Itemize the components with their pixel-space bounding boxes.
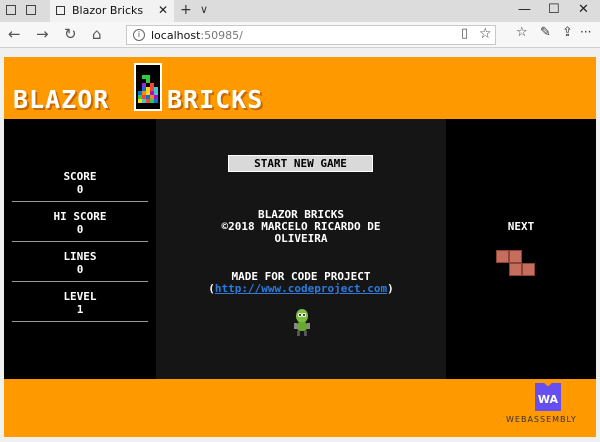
stat-label: SCORE [63,170,97,183]
webassembly-logo-icon: WA [535,383,561,411]
stat-label: HI SCORE [53,210,107,223]
title-bar: Blazor Bricks ✕ + ∨ — ☐ ✕ [0,0,600,22]
forward-icon[interactable]: → [36,25,49,43]
next-panel: NEXT [446,119,596,379]
open-paren: ( [208,282,215,295]
address-port: :50985/ [200,29,243,42]
codeproject-mascot-icon [294,309,310,336]
credits-author-cont: OLIVEIRA [274,232,328,245]
webassembly-text: WEBASSEMBLY [506,415,577,424]
window-close-button[interactable]: ✕ [578,2,589,17]
stat-label: LEVEL [63,290,97,303]
next-piece-block [496,250,509,263]
stat-lines: LINES 0 [12,250,148,282]
stat-hi-score: HI SCORE 0 [12,210,148,242]
next-label: NEXT [507,220,535,233]
close-paren: ) [387,282,394,295]
reading-view-icon[interactable]: ▯ [461,26,468,41]
stat-value: 0 [76,183,84,196]
navigation-bar: ← → ↻ ⌂ i localhost:50985/ ▯ ☆ ☆ ✎ ⇪ ··· [0,22,600,48]
logo-bricks-icon [134,63,162,111]
codeproject-line: (http://www.codeproject.com) [156,283,446,295]
app-page: BLAZOR BRICKS SCORE 0 HI SCORE 0 LINES 0… [4,57,596,437]
header: BLAZOR BRICKS [4,57,596,119]
pen-icon[interactable]: ✎ [540,25,551,40]
stat-value: 1 [76,303,84,316]
new-tab-button[interactable]: + [180,2,192,18]
start-new-game-button[interactable]: START NEW GAME [228,155,373,172]
address-url[interactable]: localhost:50985/ [151,29,243,42]
minimize-button[interactable]: — [518,2,531,17]
tab-list-chevron-icon[interactable]: ∨ [200,3,208,16]
browser-tab[interactable]: Blazor Bricks [50,0,174,22]
refresh-icon[interactable]: ↻ [64,25,77,43]
next-piece-block [509,250,522,263]
more-icon[interactable]: ··· [580,25,591,39]
page-icon [56,6,65,15]
maximize-button[interactable]: ☐ [548,2,560,17]
tab-preview-icon[interactable] [6,5,16,15]
favorites-hub-icon[interactable]: ☆ [516,25,528,40]
site-info-icon[interactable]: i [133,29,145,41]
address-bar[interactable]: i localhost:50985/ ▯ ☆ [126,25,496,45]
address-host: localhost [151,29,201,42]
logo-text-right: BRICKS [167,85,264,114]
next-piece-block [522,263,535,276]
tab-title: Blazor Bricks [72,4,144,17]
stat-value: 0 [76,223,84,236]
stat-score: SCORE 0 [12,170,148,202]
stats-panel: SCORE 0 HI SCORE 0 LINES 0 LEVEL 1 [4,119,156,379]
back-icon[interactable]: ← [8,25,21,43]
stat-label: LINES [63,250,97,263]
game-board: START NEW GAME BLAZOR BRICKS ©2018 MARCE… [156,119,446,379]
codeproject-link[interactable]: http://www.codeproject.com [215,282,387,295]
set-tabs-aside-icon[interactable] [26,5,36,15]
stat-level: LEVEL 1 [12,290,148,322]
logo-text-left: BLAZOR [13,85,110,114]
close-tab-icon[interactable]: ✕ [158,3,168,17]
share-icon[interactable]: ⇪ [562,25,573,40]
stat-value: 0 [76,263,84,276]
favorite-star-icon[interactable]: ☆ [479,26,492,42]
home-icon[interactable]: ⌂ [92,25,102,43]
next-piece-block [509,263,522,276]
footer: WA WEBASSEMBLY [4,379,596,437]
